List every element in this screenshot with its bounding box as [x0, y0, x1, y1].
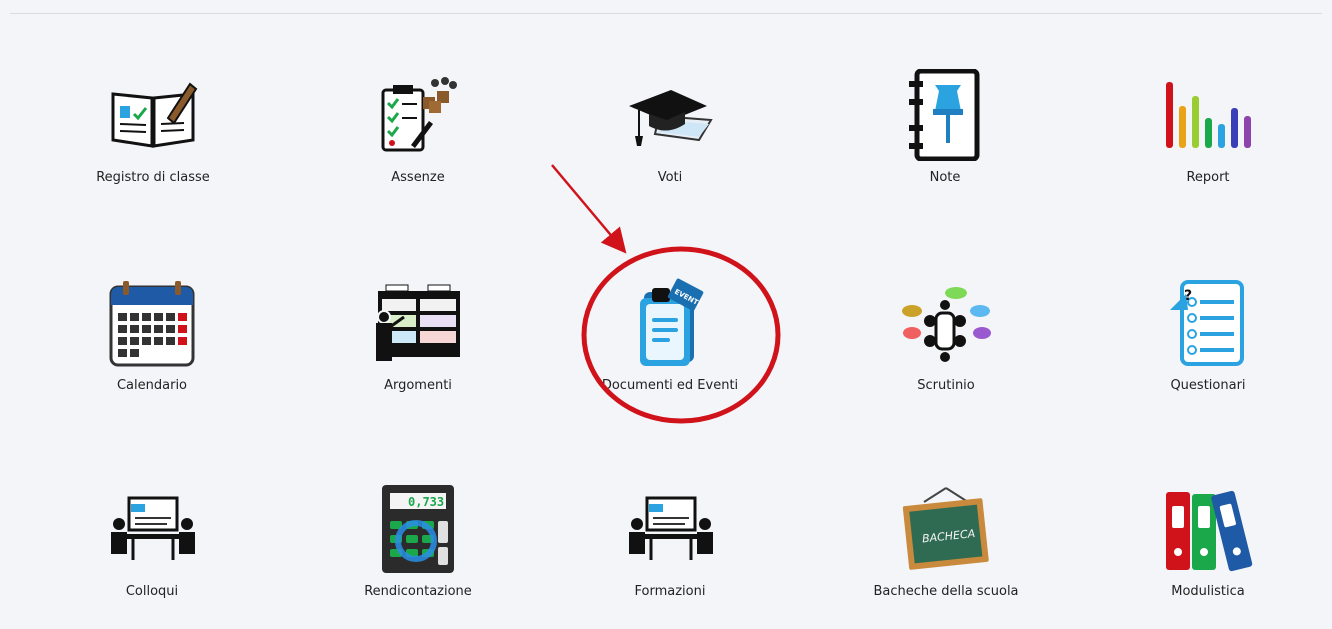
training-board-icon — [620, 479, 720, 579]
meeting-table-icon — [896, 273, 996, 373]
svg-text:?: ? — [1184, 288, 1192, 304]
tile-label: Note — [929, 170, 961, 185]
tile-registro-di-classe[interactable]: Registro di classe — [33, 65, 273, 215]
calendar-icon — [102, 273, 202, 373]
tile-rendicontazione[interactable]: 0,733 Rendicontazione — [298, 479, 538, 629]
tile-label: Bacheche della scuola — [873, 584, 1019, 599]
tile-label: Questionari — [1170, 378, 1246, 393]
notebook-pin-icon — [895, 65, 995, 165]
tile-label: Scrutinio — [917, 378, 975, 393]
tile-assenze[interactable]: Assenze — [298, 65, 538, 215]
teacher-shelves-icon — [368, 273, 468, 373]
tile-label: Modulistica — [1171, 584, 1245, 599]
tile-label: Report — [1186, 170, 1230, 185]
tile-label: Colloqui — [125, 584, 179, 599]
tile-label: Calendario — [116, 378, 188, 393]
tile-modulistica[interactable]: Modulistica — [1088, 479, 1328, 629]
open-book-icon — [103, 65, 203, 165]
module-grid: Registro di classe Assenze Voti Note Rep… — [20, 55, 1320, 612]
tile-voti[interactable]: Voti — [550, 65, 790, 215]
questionnaire-icon: ? — [1158, 273, 1258, 373]
tile-label: Assenze — [391, 170, 445, 185]
tile-report[interactable]: Report — [1088, 65, 1328, 215]
tile-documenti-ed-eventi[interactable]: EVENTI Documenti ed Eventi — [550, 273, 790, 423]
tile-label: Registro di classe — [96, 170, 210, 185]
tile-label: Formazioni — [634, 584, 706, 599]
meeting-board-icon — [102, 479, 202, 579]
binders-icon — [1158, 479, 1258, 579]
tile-label: Argomenti — [384, 378, 452, 393]
tile-label: Voti — [657, 170, 683, 185]
attendance-clipboard-icon — [368, 65, 468, 165]
graduation-cap-icon — [620, 65, 720, 165]
calculator-icon: 0,733 — [368, 479, 468, 579]
tile-bacheche-della-scuola[interactable]: BACHECA Bacheche della scuola — [826, 479, 1066, 629]
tile-questionari[interactable]: ? Questionari — [1088, 273, 1328, 423]
tile-label: Rendicontazione — [364, 584, 472, 599]
tile-formazioni[interactable]: Formazioni — [550, 479, 790, 629]
bar-chart-icon — [1158, 65, 1258, 165]
top-divider — [10, 13, 1322, 14]
tile-scrutinio[interactable]: Scrutinio — [826, 273, 1066, 423]
tile-argomenti[interactable]: Argomenti — [298, 273, 538, 423]
document-events-icon: EVENTI — [620, 273, 720, 373]
tile-calendario[interactable]: Calendario — [32, 273, 272, 423]
tile-label: Documenti ed Eventi — [601, 378, 739, 393]
tile-note[interactable]: Note — [825, 65, 1065, 215]
chalkboard-icon: BACHECA — [896, 479, 996, 579]
tile-colloqui[interactable]: Colloqui — [32, 479, 272, 629]
calculator-display: 0,733 — [408, 495, 444, 509]
